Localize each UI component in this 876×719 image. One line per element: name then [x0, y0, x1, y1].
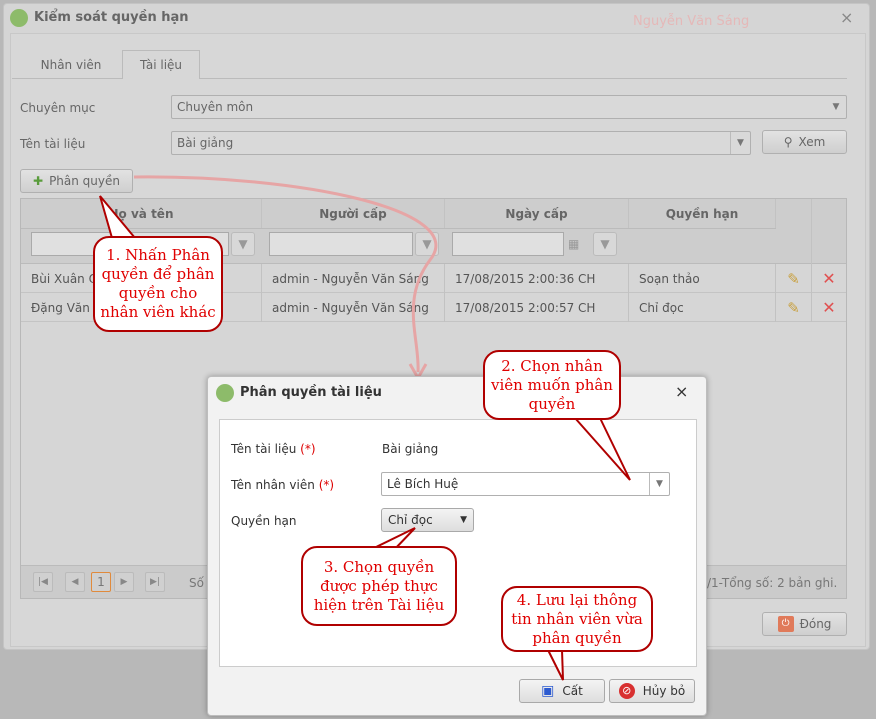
- callout-step-2: 2. Chọn nhân viên muốn phân quyền: [483, 350, 621, 420]
- callout-step-3: 3. Chọn quyền được phép thực hiện trên T…: [301, 546, 457, 626]
- callout-step-4: 4. Lưu lại thông tin nhân viên vừa phân …: [501, 586, 653, 652]
- callout-step-1: 1. Nhấn Phân quyền để phân quyền cho nhâ…: [93, 236, 223, 332]
